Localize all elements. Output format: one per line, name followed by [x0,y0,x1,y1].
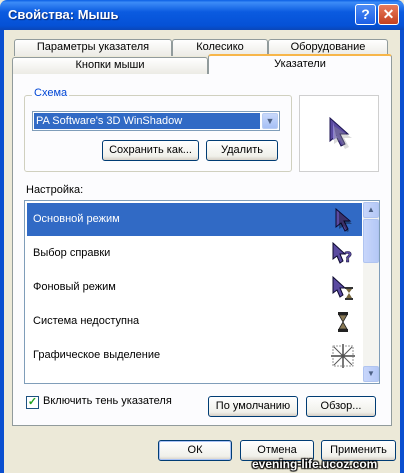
help-select-cursor-icon: ? [332,241,352,266]
list-item-label: Графическое выделение [33,349,161,361]
list-item-label: Система недоступна [33,315,140,327]
window-frame-right [400,30,404,473]
cursor-list[interactable]: Основной режим Выбор справки ? Фоновый р… [24,200,380,384]
scroll-thumb[interactable] [363,219,379,263]
cursor-preview [299,95,379,172]
tab-pointer-options[interactable]: Параметры указателя [14,39,172,56]
window-frame-left [0,30,4,473]
working-in-background-cursor-icon [332,275,353,300]
list-item[interactable]: Выбор справки ? [27,237,362,270]
svg-text:?: ? [344,250,352,266]
list-item-partial[interactable] [27,373,362,383]
arrow-cursor-preview-icon [329,116,352,149]
scroll-up-icon[interactable]: ▲ [363,202,379,218]
watermark: evening-life.ucoz.com [252,457,378,471]
shadow-checkbox[interactable]: ✓ [26,396,39,409]
tab-pointers[interactable]: Указатели [208,54,392,74]
delete-button[interactable]: Удалить [206,140,278,161]
list-item-label: Выбор справки [33,247,111,259]
shadow-checkbox-label[interactable]: Включить тень указателя [43,395,172,407]
close-icon: ✕ [382,6,395,22]
title-bar: Свойства: Мышь ? ✕ [0,0,404,30]
list-item-label: Основной режим [33,213,120,225]
scroll-down-icon[interactable]: ▼ [363,366,379,382]
precision-select-cursor-icon [331,344,355,368]
browse-button[interactable]: Обзор... [306,396,376,417]
use-default-button[interactable]: По умолчанию [208,396,298,417]
scheme-selected-value: PA Software's 3D WinShadow [34,113,260,129]
checkmark-icon: ✓ [27,396,38,408]
vertical-scrollbar[interactable]: ▲ ▼ [363,202,379,382]
settings-label: Настройка: [26,184,84,196]
help-button[interactable]: ? [355,4,376,25]
arrow-cursor-icon [335,207,352,232]
tab-buttons[interactable]: Кнопки мыши [12,57,208,74]
list-item[interactable]: Система недоступна [27,305,362,338]
help-icon: ? [361,6,370,22]
list-item[interactable]: Фоновый режим [27,271,362,304]
chevron-down-icon[interactable]: ▼ [262,113,278,129]
list-item-label: Фоновый режим [33,281,116,293]
scheme-legend: Схема [32,87,70,99]
save-as-button[interactable]: Сохранить как... [102,140,199,161]
ok-button[interactable]: ОК [158,440,232,461]
close-button[interactable]: ✕ [378,4,399,25]
list-item[interactable]: Графическое выделение [27,339,362,372]
list-item[interactable]: Основной режим [27,203,362,236]
window-title: Свойства: Мышь [8,7,119,22]
hourglass-busy-cursor-icon [338,312,348,332]
scheme-dropdown[interactable]: PA Software's 3D WinShadow ▼ [32,111,280,131]
